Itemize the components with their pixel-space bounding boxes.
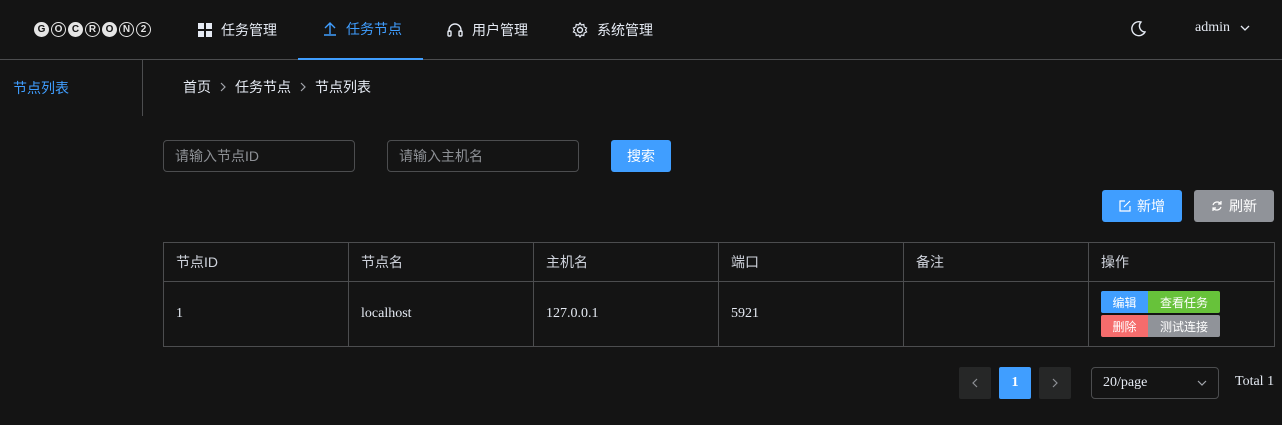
logo-letter: C xyxy=(68,21,83,37)
refresh-button[interactable]: 刷新 xyxy=(1194,190,1274,222)
headset-icon xyxy=(447,23,463,37)
grid-icon xyxy=(198,23,212,37)
delete-button[interactable]: 删除 xyxy=(1101,315,1148,337)
nav-item-label: 任务管理 xyxy=(221,22,277,38)
column-header-actions: 操作 xyxy=(1088,242,1275,282)
search-button-label: 搜索 xyxy=(627,148,655,164)
table-row: 1 localhost 127.0.0.1 5921 编辑 查看任务 删除 测试… xyxy=(163,281,1275,347)
logo-letter: N xyxy=(119,21,134,37)
app-logo[interactable]: G O C R O N 2 xyxy=(34,21,151,37)
upload-icon xyxy=(324,22,336,36)
breadcrumb: 首页 任务节点 节点列表 xyxy=(183,77,371,97)
breadcrumb-node-list: 节点列表 xyxy=(315,79,371,95)
prev-page-button[interactable] xyxy=(959,367,991,399)
test-connection-button[interactable]: 测试连接 xyxy=(1148,315,1220,337)
moon-icon[interactable] xyxy=(1129,20,1147,38)
logo-letter: O xyxy=(102,21,117,37)
column-header-node-name: 节点名 xyxy=(348,242,534,282)
nav-item-label: 任务节点 xyxy=(346,21,402,37)
sidebar: 节点列表 xyxy=(0,60,143,116)
breadcrumb-task-nodes[interactable]: 任务节点 xyxy=(235,77,291,97)
page-size-value: 20/page xyxy=(1103,375,1148,390)
next-page-button[interactable] xyxy=(1039,367,1071,399)
table-header-row: 节点ID 节点名 主机名 端口 备注 操作 xyxy=(163,242,1275,282)
chevron-left-icon xyxy=(972,378,978,388)
page-button-current[interactable]: 1 xyxy=(999,367,1031,399)
cell-node-name: localhost xyxy=(348,281,534,347)
logo-letter: 2 xyxy=(136,21,151,37)
chevron-down-icon xyxy=(1240,25,1250,31)
chevron-down-icon xyxy=(1197,380,1207,386)
gear-icon xyxy=(572,22,588,38)
cell-actions: 编辑 查看任务 删除 测试连接 xyxy=(1088,281,1275,347)
logo-letter: O xyxy=(51,21,66,37)
edit-icon xyxy=(1119,200,1131,212)
nav-item-task-management[interactable]: 任务管理 xyxy=(198,0,277,60)
logo-letter: R xyxy=(85,21,100,37)
node-id-input[interactable] xyxy=(163,140,355,172)
column-header-port: 端口 xyxy=(718,242,904,282)
cell-hostname: 127.0.0.1 xyxy=(533,281,719,347)
total-count: Total 1 xyxy=(1235,374,1275,389)
nav-item-label: 系统管理 xyxy=(597,22,653,38)
user-dropdown[interactable]: admin xyxy=(1195,20,1250,36)
page-size-select[interactable]: 20/page xyxy=(1091,367,1219,399)
refresh-button-label: 刷新 xyxy=(1229,198,1257,214)
chevron-right-icon xyxy=(300,82,306,92)
view-tasks-button[interactable]: 查看任务 xyxy=(1148,291,1220,313)
cell-node-id: 1 xyxy=(163,281,349,347)
chevron-right-icon xyxy=(1052,378,1058,388)
nav-item-user-management[interactable]: 用户管理 xyxy=(447,0,528,60)
column-header-hostname: 主机名 xyxy=(533,242,719,282)
row-actions: 编辑 查看任务 删除 测试连接 xyxy=(1101,291,1262,337)
nav-item-system-management[interactable]: 系统管理 xyxy=(572,0,653,60)
nav-item-label: 用户管理 xyxy=(472,22,528,38)
user-name: admin xyxy=(1195,20,1230,35)
edit-button[interactable]: 编辑 xyxy=(1101,291,1148,313)
sidebar-item-node-list[interactable]: 节点列表 xyxy=(13,78,69,98)
breadcrumb-home[interactable]: 首页 xyxy=(183,77,211,97)
cell-note xyxy=(903,281,1089,347)
column-header-node-id: 节点ID xyxy=(163,242,349,282)
refresh-icon xyxy=(1212,201,1222,211)
cell-port: 5921 xyxy=(718,281,904,347)
add-button-label: 新增 xyxy=(1137,198,1165,214)
top-header: G O C R O N 2 任务管理 任务节点 用户管理 系统管理 admin xyxy=(0,0,1282,60)
hostname-input[interactable] xyxy=(387,140,579,172)
logo-letter: G xyxy=(34,21,49,37)
column-header-note: 备注 xyxy=(903,242,1089,282)
search-button[interactable]: 搜索 xyxy=(611,140,671,172)
chevron-right-icon xyxy=(220,82,226,92)
nav-item-task-nodes[interactable]: 任务节点 xyxy=(298,0,423,60)
node-table: 节点ID 节点名 主机名 端口 备注 操作 1 localhost 127.0.… xyxy=(163,242,1275,347)
add-button[interactable]: 新增 xyxy=(1102,190,1182,222)
